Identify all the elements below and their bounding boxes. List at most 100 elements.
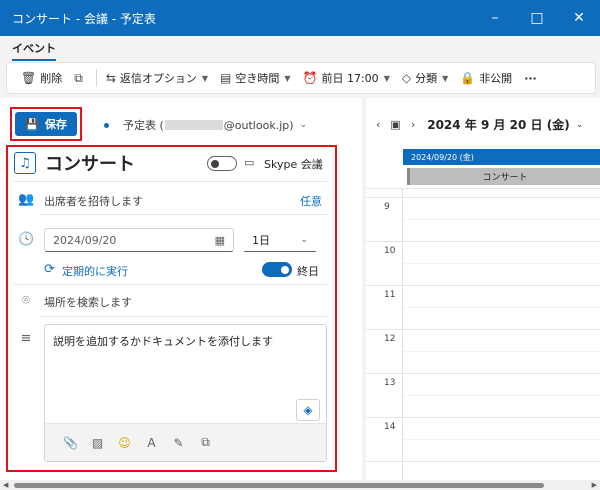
- scroll-right-icon[interactable]: ▶: [592, 481, 597, 489]
- window-title: コンサート - 会議 - 予定表: [12, 11, 156, 26]
- divider: [14, 284, 327, 285]
- description-editor[interactable]: 説明を追加するかドキュメントを添付します ◈ 📎 ▨ ☺ A ✎ ⧉: [44, 324, 327, 462]
- hour-label: 13: [384, 378, 396, 388]
- hour-line: [366, 417, 600, 418]
- horizontal-scrollbar[interactable]: ◀ ▶: [0, 480, 600, 490]
- event-title-input[interactable]: コンサート: [45, 150, 135, 176]
- toggle-knob: [211, 160, 219, 168]
- free-busy-icon: ▤: [220, 71, 232, 85]
- hour-label: 10: [384, 246, 396, 256]
- divider: [14, 181, 327, 182]
- divider: [40, 316, 327, 317]
- text-lines-icon: ≡: [20, 331, 32, 346]
- category-label: 分類: [415, 72, 438, 85]
- toolbar-divider: [95, 69, 97, 87]
- category-button[interactable]: ◇ 分類 ▼: [396, 66, 454, 90]
- previous-day-button[interactable]: ‹: [376, 118, 380, 131]
- calendar-prefix: 予定表 (: [123, 119, 164, 132]
- signature-pen-icon[interactable]: ✎: [165, 436, 192, 450]
- delete-button[interactable]: 🗑 削除: [15, 66, 68, 90]
- hour-label: 14: [384, 422, 396, 432]
- tag-icon: ◇: [401, 71, 412, 85]
- lock-icon: 🔒: [460, 71, 476, 85]
- maximize-icon: □: [530, 10, 544, 26]
- repeat-icon: ⟳: [44, 262, 55, 277]
- half-hour-line: [403, 263, 600, 264]
- optional-attendees-link[interactable]: 任意: [300, 193, 322, 209]
- reminder-button[interactable]: ⏰ 前日 17:00 ▼: [297, 66, 396, 90]
- people-add-icon: 👥: [18, 192, 35, 207]
- more-options-button[interactable]: ···: [518, 66, 543, 90]
- free-busy-label: 空き時間: [235, 72, 280, 85]
- location-pin-icon: ⌾: [22, 293, 30, 308]
- text-format-icon[interactable]: A: [138, 436, 165, 450]
- attach-icon[interactable]: 📎: [57, 436, 84, 450]
- calendar-navigation: ‹ ▣ › 2024 年 9 月 20 日 (金) ⌄: [376, 116, 583, 133]
- video-camera-icon: ▭: [244, 156, 255, 169]
- half-hour-line: [403, 395, 600, 396]
- today-icon[interactable]: ▣: [390, 118, 400, 131]
- duration-dropdown[interactable]: 1日 ⌄: [244, 228, 316, 252]
- tab-event[interactable]: イベント: [12, 40, 56, 61]
- reply-options-icon: ⇆: [105, 71, 116, 85]
- divider: [40, 214, 327, 215]
- reminder-label: 前日 17:00: [321, 72, 379, 85]
- music-note-icon[interactable]: ♫: [14, 152, 36, 174]
- scroll-left-icon[interactable]: ◀: [3, 481, 8, 489]
- close-button[interactable]: ✕: [558, 0, 600, 36]
- all-day-toggle[interactable]: [262, 262, 292, 277]
- calendar-selector[interactable]: 予定表 ( @outlook.jp) ⌄: [104, 117, 307, 133]
- save-highlight-box: [10, 107, 82, 141]
- hour-line: [366, 461, 600, 462]
- next-day-button[interactable]: ›: [411, 118, 415, 131]
- skype-label: Skype 会議: [264, 158, 323, 171]
- minimize-button[interactable]: –: [474, 0, 516, 36]
- hour-label: 9: [384, 202, 390, 212]
- attendees-input[interactable]: 出席者を招待します: [44, 193, 143, 209]
- ribbon-tabs: イベント: [0, 36, 600, 61]
- minimize-icon: –: [491, 10, 499, 26]
- hour-line: [366, 188, 600, 189]
- hour-line: [366, 329, 600, 330]
- hour-label: 11: [384, 290, 396, 300]
- all-day-event-block[interactable]: コンサート: [407, 168, 600, 185]
- half-hour-line: [403, 307, 600, 308]
- copy-icon: ⧉: [74, 70, 83, 85]
- scrollbar-thumb[interactable]: [14, 483, 544, 488]
- alarm-clock-icon: ⏰: [302, 71, 318, 85]
- all-day-label: 終日: [297, 265, 319, 278]
- calendar-date-title[interactable]: 2024 年 9 月 20 日 (金): [427, 116, 569, 133]
- copy-button[interactable]: ⧉: [68, 66, 93, 90]
- free-busy-button[interactable]: ▤ 空き時間 ▼: [214, 66, 297, 90]
- more-icon: ···: [524, 71, 537, 85]
- reply-options-button[interactable]: ⇆ 返信オプション ▼: [100, 66, 214, 90]
- apps-icon[interactable]: ⧉: [192, 435, 219, 450]
- maximize-button[interactable]: □: [516, 0, 558, 36]
- description-placeholder: 説明を追加するかドキュメントを添付します: [53, 335, 273, 348]
- chevron-down-icon: ⌄: [299, 120, 308, 130]
- formatting-toolbar: 📎 ▨ ☺ A ✎ ⧉: [45, 423, 326, 461]
- chevron-down-icon[interactable]: ⌄: [576, 120, 584, 130]
- skype-toggle[interactable]: [207, 156, 237, 171]
- delete-label: 削除: [40, 72, 63, 85]
- private-label: 非公開: [479, 72, 513, 85]
- start-date-field[interactable]: 2024/09/20 ▦: [44, 228, 234, 252]
- recurring-link[interactable]: 定期的に実行: [62, 263, 128, 279]
- day-header: 2024/09/20 (金): [403, 149, 600, 165]
- diamond-icon: ◈: [303, 403, 313, 417]
- private-button[interactable]: 🔒 非公開: [454, 66, 518, 90]
- chevron-down-icon: ▼: [383, 73, 390, 83]
- hour-line: [366, 197, 600, 198]
- start-date-value: 2024/09/20: [53, 233, 117, 247]
- half-hour-line: [403, 439, 600, 440]
- emoji-icon[interactable]: ☺: [111, 436, 138, 450]
- hour-label: 12: [384, 334, 396, 344]
- chevron-down-icon: ▼: [201, 73, 209, 83]
- image-icon[interactable]: ▨: [84, 436, 111, 450]
- chevron-down-icon: ▼: [284, 73, 291, 83]
- duration-value: 1日: [252, 233, 270, 247]
- location-input[interactable]: 場所を検索します: [44, 294, 132, 310]
- title-bar: コンサート - 会議 - 予定表 – □ ✕: [0, 0, 600, 36]
- hour-line: [366, 241, 600, 242]
- loop-component-button[interactable]: ◈: [296, 399, 320, 421]
